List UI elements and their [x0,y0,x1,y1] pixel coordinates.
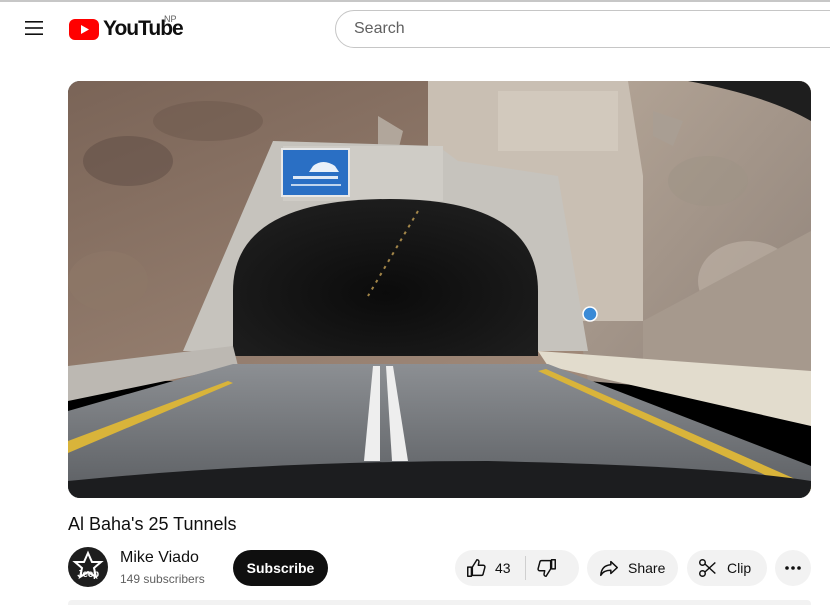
thumbs-up-icon [467,559,486,577]
clip-button[interactable]: Clip [687,550,767,586]
round-sign [582,306,598,322]
more-horizontal-icon [785,566,801,570]
video-frame [68,81,811,498]
description-box-edge [68,600,811,605]
clip-label: Clip [727,560,752,576]
video-title: Al Baha's 25 Tunnels [68,514,237,534]
search-box[interactable] [335,10,830,48]
tunnel-opening [233,199,538,356]
share-label: Share [628,560,666,576]
subscriber-count: 149 subscribers [120,572,205,586]
hamburger-menu-icon [25,21,43,35]
search-input[interactable] [352,19,816,39]
share-arrow-icon [600,560,618,577]
channel-avatar[interactable]: Jeep [68,547,108,587]
avatar-label: Jeep [77,569,99,580]
video-player[interactable] [68,81,811,498]
masthead: YouTube NP [0,0,830,56]
like-dislike-group: 43 [455,550,579,586]
like-button[interactable]: 43 [455,550,525,586]
youtube-play-logo-icon [69,18,99,40]
more-actions-button[interactable] [775,550,811,586]
region-code: NP [164,14,177,24]
dislike-button[interactable] [526,550,568,586]
thumbs-down-icon [536,559,556,577]
channel-name[interactable]: Mike Viado [120,549,199,567]
share-button[interactable]: Share [587,550,678,586]
top-border [0,0,830,2]
subscribe-button[interactable]: Subscribe [233,550,328,586]
jeep-logo-icon [72,550,104,580]
menu-button[interactable] [16,10,52,46]
scissors-icon [699,559,716,577]
like-count: 43 [495,560,511,576]
headlights-sign [281,148,350,197]
